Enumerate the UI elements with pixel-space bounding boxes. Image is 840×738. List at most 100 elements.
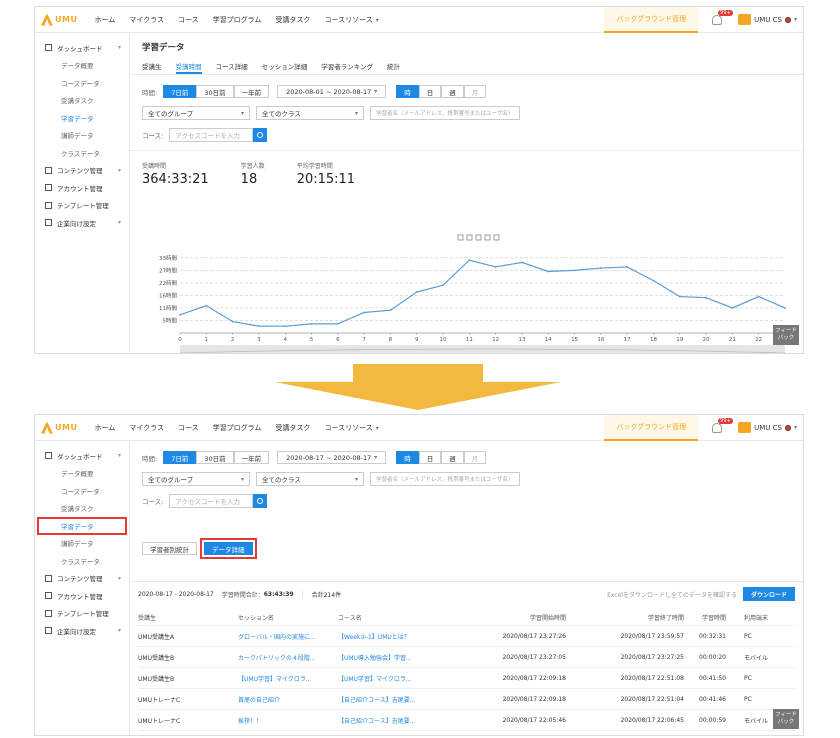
sidebar-item-0[interactable]: ダッシュボード ▾ [35,447,129,465]
nav-course[interactable]: コース [178,15,199,25]
group-select[interactable]: 全てのグループ ▾ [142,472,250,486]
access-code-input[interactable]: アクセスコードを入力 [169,128,254,142]
class-select[interactable]: 全てのクラス ▾ [256,106,364,120]
download-button[interactable]: ダウンロード [742,587,795,601]
data-detail-button[interactable]: データ詳細 [204,542,253,555]
column-header[interactable]: セッション名 [238,613,338,622]
sidebar-item-10[interactable]: 企業向け設定 ▾ [35,622,129,640]
learner-search-input[interactable]: 学習者名（メールアドレス、携帯番号またはユーザ名） [370,106,520,120]
background-manage-button[interactable]: バックグラウンド管理 [604,7,699,33]
search-button[interactable] [253,494,268,508]
bell-icon[interactable]: 99+ [712,417,733,433]
sidebar-item-2[interactable]: コースデータ [35,74,129,92]
nav-myclass[interactable]: マイクラス [129,423,164,433]
dot-icon[interactable] [493,234,500,241]
sidebar-item-2[interactable]: コースデータ [35,482,129,500]
tab-learners[interactable]: 受講生 [142,59,162,74]
table-cell[interactable]: 【UMU学習】マイクロラ... [338,674,458,683]
granularity-month-button[interactable]: 月 [463,451,487,464]
nav-resources[interactable]: コースリソース ▾ [324,423,378,433]
sidebar-item-1[interactable]: データ概要 [35,465,129,483]
table-cell[interactable]: 【自己紹介コース】吉尾要... [338,716,458,725]
sidebar-item-3[interactable]: 受講タスク [35,500,129,518]
table-cell[interactable]: 挨拶！！ [238,716,338,725]
sidebar-item-0[interactable]: ダッシュボード ▾ [35,39,129,57]
column-header[interactable]: 学習時間 [694,613,736,622]
period-30days-button[interactable]: 30日前 [196,85,234,98]
granularity-hour-button[interactable]: 時 [396,451,419,464]
zoom-reset-icon[interactable] [466,234,473,241]
granularity-week-button[interactable]: 週 [441,85,464,98]
period-1year-button[interactable]: 一年前 [233,451,270,464]
table-cell[interactable]: カークパトリックの４段階... [238,653,338,662]
nav-home[interactable]: ホーム [94,15,115,25]
period-30days-button[interactable]: 30日前 [196,451,234,464]
sidebar-item-8[interactable]: アカウント管理 [35,587,129,605]
sidebar-item-9[interactable]: テンプレート管理 [35,197,129,215]
zoom-slider[interactable] [180,345,785,354]
zoom-icon[interactable] [457,234,464,241]
umu-logo[interactable]: UMU [41,421,77,434]
column-header[interactable]: 学習終了時間 [576,613,694,622]
nav-task[interactable]: 受講タスク [275,423,310,433]
tab-ranking[interactable]: 学習者ランキング [321,59,373,74]
column-header[interactable]: 受講生 [138,613,238,622]
feedback-button[interactable]: フィードバック [773,325,799,345]
access-code-input[interactable]: アクセスコードを入力 [169,494,254,508]
sidebar-item-4[interactable]: 学習データ [37,517,127,535]
tab-session-detail[interactable]: セッション詳細 [262,59,308,74]
learner-search-input[interactable]: 学習者名（メールアドレス、携帯番号またはユーザ名） [370,472,520,486]
nav-home[interactable]: ホーム [94,423,115,433]
table-cell[interactable]: 【Week①-1】UMUとは？ [338,632,458,641]
sidebar-item-1[interactable]: データ概要 [35,57,129,75]
nav-resources[interactable]: コースリソース ▾ [324,15,378,25]
nav-task[interactable]: 受講タスク [275,15,310,25]
user-menu[interactable]: UMU CS ▾ [738,14,797,25]
column-header[interactable]: 学習開始時間 [458,613,576,622]
table-cell[interactable]: 【UMU学習】マイクロラ... [238,674,338,683]
nav-course[interactable]: コース [178,423,199,433]
column-header[interactable]: コース名 [338,613,458,622]
umu-logo[interactable]: UMU [41,13,77,26]
table-cell[interactable]: 【自己紹介コース】吉尾要... [338,695,458,704]
period-7days-button[interactable]: 7日前 [163,451,197,464]
granularity-hour-button[interactable]: 時 [396,85,419,98]
date-range-picker[interactable]: 2020-08-01 ~ 2020-08-17 ▾ [277,85,387,98]
granularity-month-button[interactable]: 月 [463,85,487,98]
sidebar-item-6[interactable]: クラスデータ [35,552,129,570]
table-cell[interactable]: グローバル・国内の実施に... [238,632,338,641]
feedback-button[interactable]: フィードバック [773,709,799,729]
sidebar-item-7[interactable]: コンテンツ管理 ▾ [35,162,129,180]
class-select[interactable]: 全てのクラス ▾ [256,472,364,486]
granularity-day-button[interactable]: 日 [418,451,442,464]
sidebar-item-5[interactable]: 講師データ [35,535,129,553]
bell-icon[interactable]: 99+ [712,9,733,25]
period-1year-button[interactable]: 一年前 [233,85,270,98]
tab-course-detail[interactable]: コース詳細 [216,59,248,74]
nav-myclass[interactable]: マイクラス [129,15,164,25]
sidebar-item-5[interactable]: 講師データ [35,127,129,145]
date-range-picker[interactable]: 2020-08-17 ~ 2020-08-17 ▾ [277,451,387,464]
sidebar-item-4[interactable]: 学習データ [35,109,129,127]
download-icon[interactable] [484,234,491,241]
table-cell[interactable]: 【UMU導入勉強会】学習... [338,653,458,662]
sidebar-item-10[interactable]: 企業向け設定 ▾ [35,214,129,232]
nav-program[interactable]: 学習プログラム [213,423,262,433]
sidebar-item-7[interactable]: コンテンツ管理 ▾ [35,570,129,588]
sidebar-item-9[interactable]: テンプレート管理 [35,605,129,623]
user-menu[interactable]: UMU CS ▾ [738,422,797,433]
search-button[interactable] [253,128,268,142]
tab-study-time[interactable]: 受講時間 [175,59,202,74]
sidebar-item-6[interactable]: クラスデータ [35,144,129,162]
granularity-day-button[interactable]: 日 [418,85,442,98]
period-7days-button[interactable]: 7日前 [163,85,197,98]
learner-stats-button[interactable]: 学習者別統計 [142,542,197,555]
group-select[interactable]: 全てのグループ ▾ [142,106,250,120]
sidebar-item-8[interactable]: アカウント管理 [35,179,129,197]
tab-statistics[interactable]: 統計 [387,59,400,74]
background-manage-button[interactable]: バックグラウンド管理 [604,415,699,441]
restore-icon[interactable] [475,234,482,241]
nav-program[interactable]: 学習プログラム [213,15,262,25]
granularity-week-button[interactable]: 週 [441,451,464,464]
column-header[interactable]: 利用端末 [736,613,776,622]
